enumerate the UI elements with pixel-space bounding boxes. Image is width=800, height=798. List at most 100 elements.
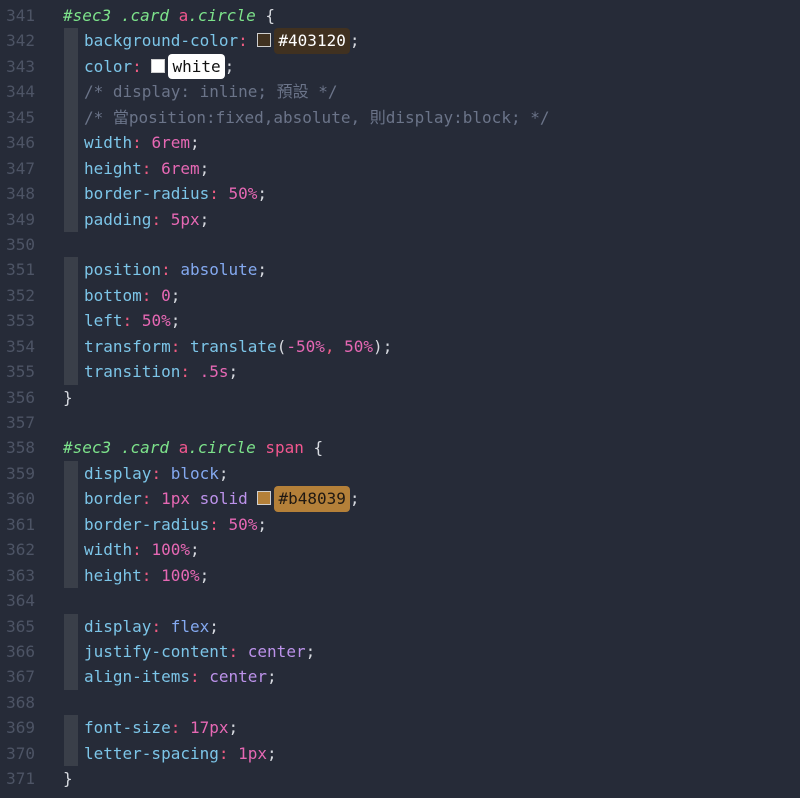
line-number[interactable]: 361 <box>0 512 35 537</box>
code-content[interactable]: /* display: inline; 預設 */ <box>63 79 800 104</box>
line-number[interactable]: 369 <box>0 715 35 740</box>
code-line[interactable]: 362 width: 100%; <box>0 537 800 562</box>
code-content[interactable]: justify-content: center; <box>63 639 800 664</box>
code-line[interactable]: 356} <box>0 385 800 410</box>
code-line[interactable]: 370 letter-spacing: 1px; <box>0 741 800 766</box>
code-line[interactable]: 364 <box>0 588 800 613</box>
code-content[interactable]: border-radius: 50%; <box>63 512 800 537</box>
code-line[interactable]: 355 transition: .5s; <box>0 359 800 384</box>
code-content[interactable]: width: 6rem; <box>63 130 800 155</box>
code-line[interactable]: 371} <box>0 766 800 791</box>
code-content[interactable] <box>63 232 800 257</box>
code-line[interactable]: 367 align-items: center; <box>0 664 800 689</box>
code-content[interactable]: align-items: center; <box>63 664 800 689</box>
code-content[interactable]: transition: .5s; <box>63 359 800 384</box>
code-line[interactable]: 369 font-size: 17px; <box>0 715 800 740</box>
line-number[interactable]: 352 <box>0 283 35 308</box>
line-number[interactable]: 357 <box>0 410 35 435</box>
line-number[interactable]: 355 <box>0 359 35 384</box>
line-number[interactable]: 346 <box>0 130 35 155</box>
code-content[interactable]: bottom: 0; <box>63 283 800 308</box>
line-number[interactable]: 362 <box>0 537 35 562</box>
code-content[interactable]: height: 100%; <box>63 563 800 588</box>
code-line[interactable]: 348 border-radius: 50%; <box>0 181 800 206</box>
code-line[interactable]: 361 border-radius: 50%; <box>0 512 800 537</box>
code-line[interactable]: 363 height: 100%; <box>0 563 800 588</box>
color-swatch[interactable] <box>257 33 271 47</box>
code-content[interactable]: left: 50%; <box>63 308 800 333</box>
code-content[interactable]: padding: 5px; <box>63 207 800 232</box>
code-content[interactable]: transform: translate(-50%, 50%); <box>63 334 800 359</box>
line-number[interactable]: 363 <box>0 563 35 588</box>
code-line[interactable]: 343 color: white; <box>0 54 800 79</box>
line-number[interactable]: 350 <box>0 232 35 257</box>
code-content[interactable] <box>63 588 800 613</box>
color-swatch[interactable] <box>151 59 165 73</box>
code-content[interactable]: } <box>63 385 800 410</box>
code-line[interactable]: 351 position: absolute; <box>0 257 800 282</box>
line-number[interactable]: 359 <box>0 461 35 486</box>
code-content[interactable]: color: white; <box>63 54 800 79</box>
color-swatch[interactable] <box>257 491 271 505</box>
line-number[interactable]: 371 <box>0 766 35 791</box>
code-line[interactable]: 353 left: 50%; <box>0 308 800 333</box>
line-number[interactable]: 367 <box>0 664 35 689</box>
line-number[interactable]: 351 <box>0 257 35 282</box>
code-line[interactable]: 358 #sec3 .card a.circle span { <box>0 435 800 460</box>
line-number[interactable]: 347 <box>0 156 35 181</box>
line-number[interactable]: 354 <box>0 334 35 359</box>
code-line[interactable]: 368 <box>0 690 800 715</box>
code-line[interactable]: 344 /* display: inline; 預設 */ <box>0 79 800 104</box>
code-line[interactable]: 365 display: flex; <box>0 614 800 639</box>
code-content[interactable]: display: block; <box>63 461 800 486</box>
code-content[interactable] <box>63 410 800 435</box>
code-token: ; <box>257 515 267 534</box>
code-content[interactable]: font-size: 17px; <box>63 715 800 740</box>
code-content[interactable]: border-radius: 50%; <box>63 181 800 206</box>
code-content[interactable]: } <box>63 766 800 791</box>
code-content[interactable]: background-color: #403120; <box>63 28 800 53</box>
code-content[interactable]: border: 1px solid #b48039; <box>63 486 800 511</box>
code-line[interactable]: 346 width: 6rem; <box>0 130 800 155</box>
code-content[interactable]: #sec3 .card a.circle { <box>63 3 800 28</box>
line-number[interactable]: 341 <box>0 3 35 28</box>
line-number[interactable]: 349 <box>0 207 35 232</box>
line-number[interactable]: 342 <box>0 28 35 53</box>
code-line[interactable]: 349 padding: 5px; <box>0 207 800 232</box>
code-content[interactable] <box>63 690 800 715</box>
code-content[interactable]: position: absolute; <box>63 257 800 282</box>
code-line[interactable]: 359 display: block; <box>0 461 800 486</box>
code-content[interactable]: /* 當position:fixed,absolute, 則display:bl… <box>63 105 800 130</box>
code-line[interactable]: 342 background-color: #403120; <box>0 28 800 53</box>
line-number[interactable]: 365 <box>0 614 35 639</box>
line-number[interactable]: 343 <box>0 54 35 79</box>
line-number[interactable]: 353 <box>0 308 35 333</box>
code-line[interactable]: 352 bottom: 0; <box>0 283 800 308</box>
line-number[interactable]: 344 <box>0 79 35 104</box>
indent-guide-bar <box>64 614 78 639</box>
code-line[interactable]: 354 transform: translate(-50%, 50%); <box>0 334 800 359</box>
code-line[interactable]: 357 <box>0 410 800 435</box>
line-number[interactable]: 368 <box>0 690 35 715</box>
code-content[interactable]: #sec3 .card a.circle span { <box>63 435 800 460</box>
code-content[interactable]: width: 100%; <box>63 537 800 562</box>
code-line[interactable]: 366 justify-content: center; <box>0 639 800 664</box>
line-number[interactable]: 364 <box>0 588 35 613</box>
code-line[interactable]: 347 height: 6rem; <box>0 156 800 181</box>
code-line[interactable]: 345 /* 當position:fixed,absolute, 則display… <box>0 105 800 130</box>
line-number[interactable]: 360 <box>0 486 35 511</box>
code-line[interactable]: 360 border: 1px solid #b48039; <box>0 486 800 511</box>
line-number[interactable]: 366 <box>0 639 35 664</box>
code-line[interactable]: 350 <box>0 232 800 257</box>
code-content[interactable]: letter-spacing: 1px; <box>63 741 800 766</box>
code-content[interactable]: display: flex; <box>63 614 800 639</box>
line-number[interactable]: 348 <box>0 181 35 206</box>
code-content[interactable]: height: 6rem; <box>63 156 800 181</box>
line-number[interactable]: 358 <box>0 435 35 460</box>
line-number[interactable]: 345 <box>0 105 35 130</box>
color-value-chip: #403120 <box>274 28 349 53</box>
line-number[interactable]: 370 <box>0 741 35 766</box>
code-token: justify-content <box>84 642 229 661</box>
code-line[interactable]: 341 #sec3 .card a.circle { <box>0 3 800 28</box>
line-number[interactable]: 356 <box>0 385 35 410</box>
